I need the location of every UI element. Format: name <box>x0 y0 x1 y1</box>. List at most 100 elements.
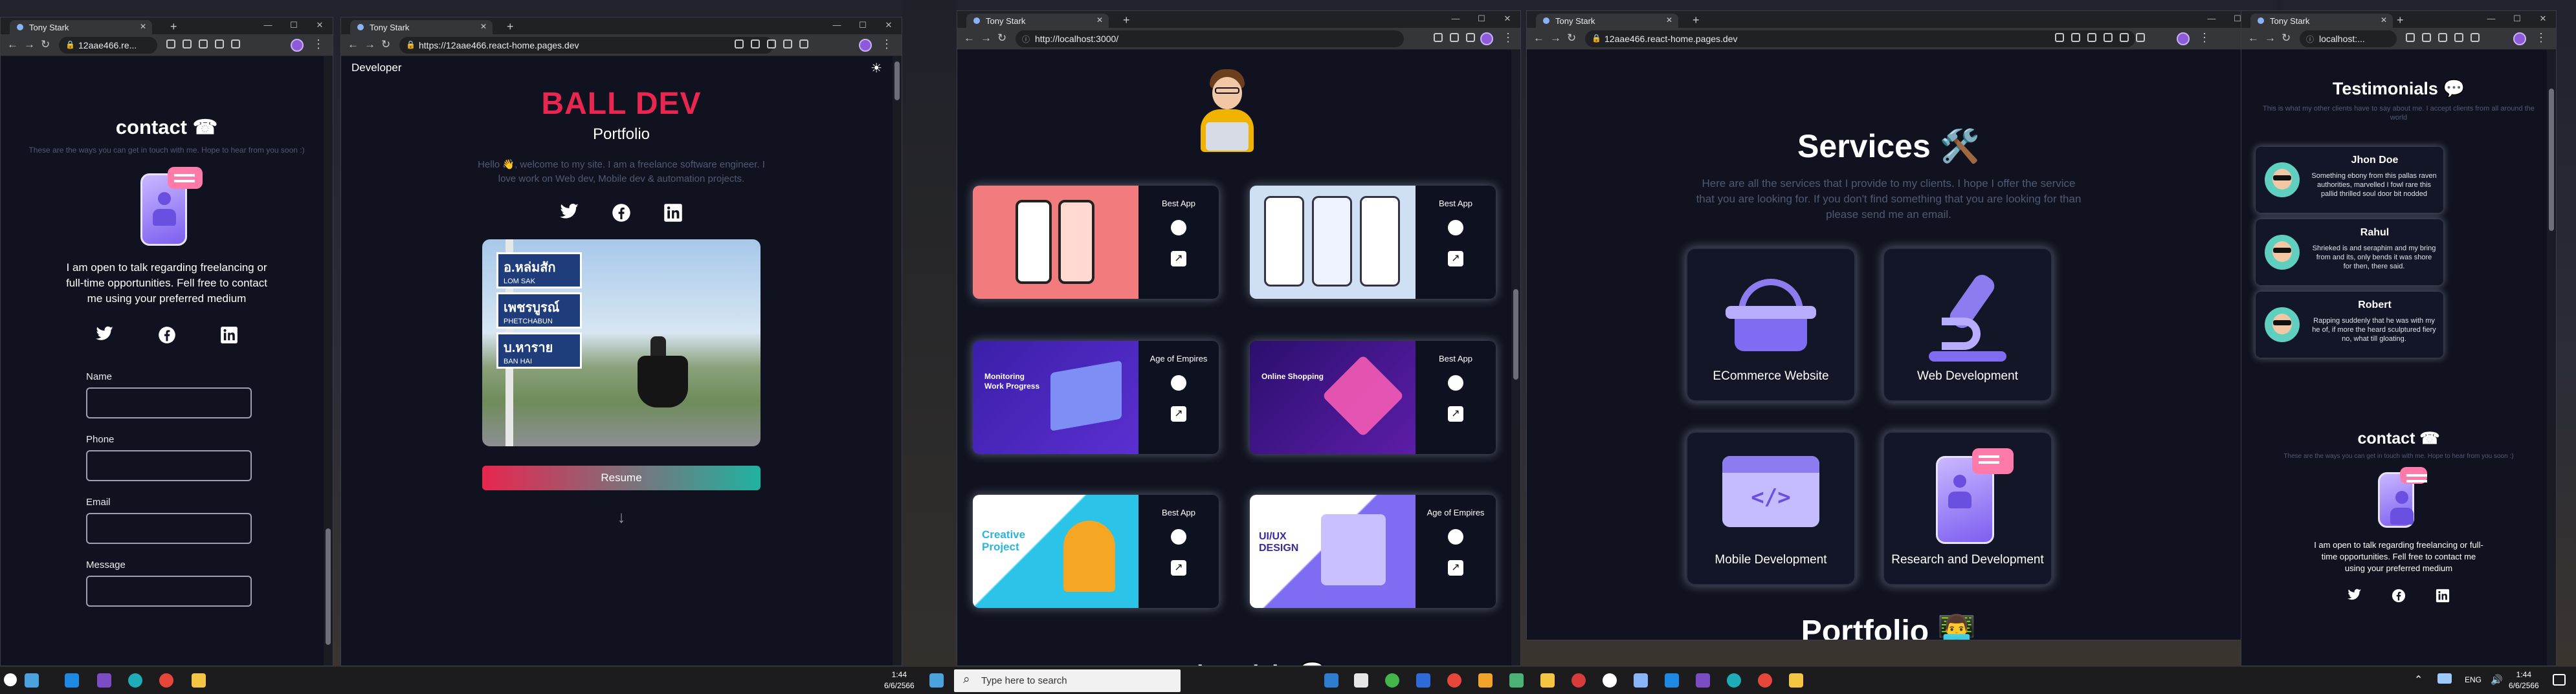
project-card-4[interactable]: Online Shopping Best App ↗ <box>1250 341 1496 454</box>
resume-button[interactable]: Resume <box>482 466 761 490</box>
new-tab-icon[interactable]: + <box>507 20 514 34</box>
back-icon[interactable]: ← <box>1533 32 1544 45</box>
github-icon[interactable] <box>1448 220 1463 235</box>
github-icon[interactable] <box>1448 375 1463 391</box>
address-bar[interactable]: 🔒 12aae466.react-home.pages.dev <box>1585 30 2135 47</box>
github-icon[interactable] <box>1171 375 1186 391</box>
external-link-icon[interactable]: ↗ <box>1171 251 1186 266</box>
project-card-6[interactable]: UI/UX DESIGN Age of Empires ↗ <box>1250 495 1496 608</box>
install-icon[interactable] <box>2055 33 2064 42</box>
taskbar-search[interactable]: Type here to search <box>954 669 1181 692</box>
profile-avatar[interactable] <box>2513 32 2526 45</box>
minimize-icon[interactable]: — <box>2478 11 2504 28</box>
service-card-ecommerce[interactable]: ECommerce Website <box>1686 248 1856 402</box>
sidepanel-icon[interactable] <box>231 39 240 49</box>
browser-tab[interactable]: Tony Stark ✕ <box>350 20 493 34</box>
vscode-icon[interactable] <box>65 673 79 688</box>
twitter-icon[interactable] <box>560 203 579 220</box>
linkedin-icon[interactable] <box>663 203 683 222</box>
back-icon[interactable]: ← <box>2248 32 2259 45</box>
address-bar[interactable]: 🔒 12aae466.re... <box>59 37 157 54</box>
store-icon[interactable] <box>1416 673 1430 688</box>
external-link-icon[interactable]: ↗ <box>1171 560 1186 576</box>
external-link-icon[interactable]: ↗ <box>1448 406 1463 422</box>
email-field[interactable] <box>86 513 252 544</box>
obs-icon[interactable] <box>1603 673 1617 688</box>
bookmark-icon[interactable] <box>2104 33 2113 42</box>
name-field[interactable] <box>86 387 252 418</box>
start-button[interactable] <box>929 673 944 688</box>
tray-chevron-icon[interactable]: ⌃ <box>2414 673 2423 686</box>
linkedin-icon[interactable] <box>2436 589 2450 603</box>
minimize-icon[interactable]: — <box>824 17 850 34</box>
maximize-icon[interactable]: ☐ <box>1469 11 1494 28</box>
share-icon[interactable] <box>2406 33 2415 42</box>
project-card-2[interactable]: Best App ↗ <box>1250 186 1496 299</box>
maximize-icon[interactable]: ☐ <box>281 17 307 34</box>
menu-kebab-icon[interactable]: ⋮ <box>313 38 324 51</box>
facebook-icon[interactable] <box>158 326 176 344</box>
reload-icon[interactable]: ↻ <box>1567 32 1576 45</box>
page-scrollbar[interactable] <box>2547 50 2556 666</box>
tab-close-icon[interactable]: ✕ <box>1096 16 1103 25</box>
theme-toggle-sun-icon[interactable]: ☀ <box>871 60 882 76</box>
line-icon[interactable] <box>1385 673 1399 688</box>
extensions-icon[interactable] <box>1434 33 1443 42</box>
scroll-down-arrow-icon[interactable]: ↓ <box>341 507 902 527</box>
tab-close-icon[interactable]: ✕ <box>1666 16 1672 25</box>
profile-avatar[interactable] <box>1480 32 1493 45</box>
facebook-icon[interactable] <box>612 203 631 222</box>
extensions-icon[interactable] <box>215 39 224 49</box>
menu-kebab-icon[interactable]: ⋮ <box>2199 31 2210 45</box>
windows-icon[interactable] <box>25 673 39 688</box>
menu-kebab-icon[interactable]: ⋮ <box>2535 31 2547 45</box>
external-link-icon[interactable]: ↗ <box>1448 251 1463 266</box>
chrome-icon[interactable] <box>159 673 173 688</box>
sidepanel-icon[interactable] <box>2136 33 2145 42</box>
new-tab-icon[interactable]: + <box>1693 14 1700 27</box>
translate-icon[interactable] <box>183 39 192 49</box>
bookmark-icon[interactable] <box>1450 33 1459 42</box>
back-icon[interactable]: ← <box>964 32 975 45</box>
back-icon[interactable]: ← <box>348 38 359 51</box>
file-explorer-icon[interactable] <box>1540 673 1555 688</box>
translate-icon[interactable] <box>751 39 760 49</box>
tab-close-icon[interactable]: ✕ <box>480 22 487 31</box>
edge-icon[interactable] <box>1727 673 1741 688</box>
nav-brand[interactable]: Developer <box>351 61 402 74</box>
network-icon[interactable] <box>2437 673 2452 684</box>
browser-tab[interactable]: Tony Stark ✕ <box>1536 14 1678 28</box>
calendar-icon[interactable] <box>1478 673 1493 688</box>
message-field[interactable] <box>86 576 252 607</box>
service-card-web-development[interactable]: Web Development <box>1883 248 2052 402</box>
back-icon[interactable]: ← <box>7 38 18 51</box>
minimize-icon[interactable]: — <box>2199 11 2225 28</box>
share-icon[interactable] <box>2087 33 2096 42</box>
translate-icon[interactable] <box>2422 33 2431 42</box>
github-icon[interactable] <box>1448 529 1463 545</box>
menu-kebab-icon[interactable]: ⋮ <box>881 38 893 51</box>
install-icon[interactable] <box>735 39 744 49</box>
project-card-3[interactable]: Monitoring Work Progress Age of Empires ↗ <box>973 341 1219 454</box>
browser-tab[interactable]: Tony Stark ✕ <box>966 14 1109 28</box>
reload-icon[interactable]: ↻ <box>381 38 390 51</box>
extensions-icon[interactable] <box>783 39 792 49</box>
twitter-icon[interactable] <box>2348 589 2362 601</box>
reload-icon[interactable]: ↻ <box>997 32 1006 45</box>
close-window-icon[interactable]: ✕ <box>2530 11 2556 28</box>
vscode-icon[interactable] <box>1665 673 1679 688</box>
maximize-icon[interactable]: ☐ <box>850 17 876 34</box>
sheets-icon[interactable] <box>1509 673 1524 688</box>
reload-icon[interactable]: ↻ <box>2282 32 2291 45</box>
notification-icon[interactable] <box>2553 674 2566 686</box>
visual-studio-icon[interactable] <box>1696 673 1710 688</box>
twitter-icon[interactable] <box>95 326 114 342</box>
forward-icon[interactable]: → <box>24 38 35 51</box>
forward-icon[interactable]: → <box>2265 32 2276 45</box>
edge-icon[interactable] <box>128 673 142 688</box>
close-window-icon[interactable]: ✕ <box>307 17 333 34</box>
forward-icon[interactable]: → <box>981 32 992 45</box>
address-bar[interactable]: ⓘ localhost:... <box>2300 30 2397 47</box>
clock-right[interactable]: 1:44 6/6/2566 <box>2509 669 2539 691</box>
new-tab-icon[interactable]: + <box>2397 14 2404 27</box>
